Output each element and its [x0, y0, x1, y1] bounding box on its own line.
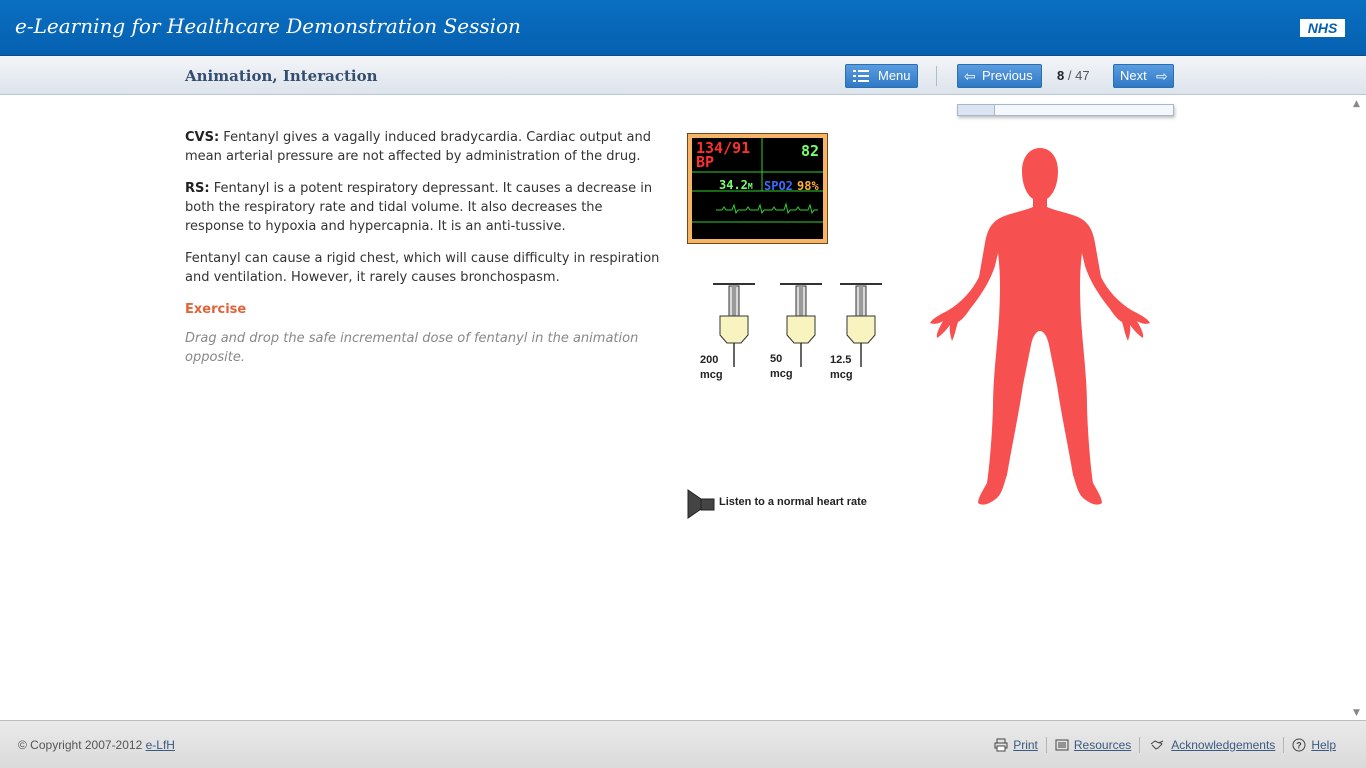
footer: © Copyright 2007-2012 e-LfH Print Resour…: [0, 720, 1366, 768]
previous-label: Previous: [982, 68, 1033, 83]
dose-unit: mcg: [770, 368, 793, 380]
exercise-instructions: Drag and drop the safe incremental dose …: [185, 331, 639, 365]
page-title: Animation, Interaction: [185, 67, 378, 85]
arrow-right-icon: ⇨: [1156, 68, 1168, 84]
footer-link-acknowledgements[interactable]: Acknowledgements: [1139, 737, 1283, 753]
footer-link-help[interactable]: ? Help: [1283, 737, 1344, 753]
syringe-dose-label: 12.5 mcg: [830, 353, 853, 383]
app-title: e-Learning for Healthcare Demonstration …: [15, 14, 521, 38]
dose-value: 200: [700, 354, 719, 366]
speaker-icon[interactable]: [687, 489, 715, 519]
nhs-logo: NHS: [1300, 19, 1345, 37]
arrow-left-icon: ⇦: [964, 68, 976, 84]
copyright-notice: © Copyright 2007-2012 e-LfH: [18, 738, 175, 752]
menu-label: Menu: [878, 68, 911, 83]
bp-readout: 134/91 BP: [696, 141, 750, 171]
rs-label: RS:: [185, 181, 210, 196]
resp-readout: 34.2M: [719, 178, 753, 192]
resp-value: 34.2: [719, 178, 748, 192]
progress-bar: [957, 104, 1174, 116]
next-button[interactable]: Next ⇨: [1113, 64, 1174, 88]
spo2-value: 98%: [797, 179, 819, 193]
footer-links: Print Resources Acknowledgements ? Help: [986, 737, 1344, 753]
rigid-chest-paragraph: Fentanyl can cause a rigid chest, which …: [185, 251, 660, 285]
resources-label[interactable]: Resources: [1074, 738, 1131, 752]
list-icon: [853, 70, 869, 82]
page-counter: 8 / 47: [1057, 68, 1090, 83]
document-icon: [1055, 739, 1069, 751]
nav-separator: [936, 66, 937, 86]
spo2-label: SPO2: [764, 179, 793, 193]
scroll-up-icon[interactable]: ▲: [1353, 99, 1360, 109]
dose-unit: mcg: [700, 369, 723, 381]
previous-button[interactable]: ⇦ Previous: [957, 64, 1042, 88]
dose-unit: mcg: [830, 369, 853, 381]
monitor-screen: 134/91 BP 82 34.2M SPO2 98%: [692, 138, 823, 239]
help-icon: ?: [1292, 738, 1306, 752]
dose-value: 12.5: [830, 354, 852, 366]
bp-label: BP: [696, 153, 715, 171]
help-label[interactable]: Help: [1311, 738, 1336, 752]
printer-icon: [994, 738, 1008, 752]
rs-paragraph: RS: Fentanyl is a potent respiratory dep…: [185, 179, 665, 236]
syringe-12-5mcg[interactable]: 12.5 mcg: [828, 283, 882, 383]
footer-link-resources[interactable]: Resources: [1045, 737, 1139, 753]
page-separator: /: [1067, 68, 1072, 83]
content-text: CVS: Fentanyl gives a vagally induced br…: [185, 128, 665, 367]
cvs-label: CVS:: [185, 130, 220, 145]
handshake-icon: [1150, 740, 1164, 750]
footer-link-print[interactable]: Print: [986, 737, 1046, 753]
cvs-paragraph: CVS: Fentanyl gives a vagally induced br…: [185, 128, 665, 166]
app-header: e-Learning for Healthcare Demonstration …: [0, 0, 1366, 56]
navigation-bar: Animation, Interaction Menu ⇦ Previous 8…: [0, 56, 1366, 95]
scroll-down-icon[interactable]: ▼: [1353, 708, 1360, 718]
listen-heart-rate-link[interactable]: Listen to a normal heart rate: [719, 496, 867, 508]
patient-monitor: 134/91 BP 82 34.2M SPO2 98%: [687, 133, 828, 244]
print-label[interactable]: Print: [1013, 738, 1038, 752]
syringe-dose-label: 200 mcg: [700, 353, 723, 383]
human-body-drop-target[interactable]: [925, 145, 1155, 510]
ecg-trace: [716, 202, 818, 215]
dose-value: 50: [770, 353, 783, 365]
acknowledgements-label[interactable]: Acknowledgements: [1171, 738, 1275, 752]
vertical-scrollbar[interactable]: ▲ ▼: [1350, 95, 1366, 720]
heart-rate-value: 82: [800, 142, 819, 160]
syringe-50mcg[interactable]: 50 mcg: [767, 283, 822, 383]
elfh-link[interactable]: e-LfH: [146, 738, 175, 752]
syringe-dose-label: 50 mcg: [770, 352, 793, 382]
menu-button[interactable]: Menu: [845, 64, 918, 88]
resp-unit: M: [747, 182, 753, 191]
progress-fill: [958, 105, 995, 115]
exercise-title: Exercise: [185, 302, 247, 317]
next-label: Next: [1120, 68, 1147, 83]
rs-text: Fentanyl is a potent respiratory depress…: [185, 181, 653, 234]
total-pages: 47: [1075, 68, 1090, 83]
svg-text:?: ?: [1297, 741, 1303, 751]
copyright-text: © Copyright 2007-2012: [18, 738, 146, 752]
current-page: 8: [1057, 68, 1065, 83]
syringe-200mcg[interactable]: 200 mcg: [698, 283, 755, 383]
cvs-text: Fentanyl gives a vagally induced bradyca…: [185, 130, 651, 164]
